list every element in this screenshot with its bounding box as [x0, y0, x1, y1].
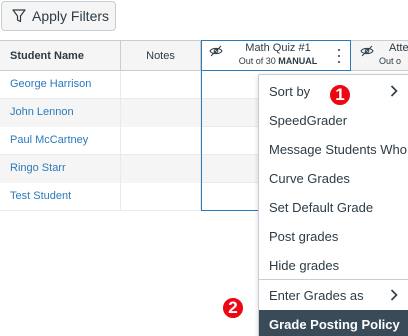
- notes-header[interactable]: Notes: [121, 40, 201, 71]
- notes-cell[interactable]: [121, 127, 201, 155]
- column-options-icon[interactable]: [337, 49, 341, 63]
- student-name-link[interactable]: Test Student: [0, 183, 121, 211]
- math-quiz-header[interactable]: Math Quiz #1 Out of 30 MANUAL: [201, 40, 351, 71]
- student-name-header[interactable]: Student Name: [0, 40, 121, 71]
- menu-item-label: Sort by: [269, 84, 311, 99]
- student-name-link[interactable]: John Lennon: [0, 99, 121, 127]
- menu-item-post-grades[interactable]: Post grades: [259, 222, 408, 251]
- menu-item-curve-grades[interactable]: Curve Grades: [259, 164, 408, 193]
- notes-cell[interactable]: [121, 99, 201, 127]
- callout-badge-1: 1: [328, 83, 352, 107]
- quiz-points-prefix: Out of 30: [238, 56, 276, 66]
- student-name-link[interactable]: George Harrison: [0, 71, 121, 99]
- chevron-right-icon: [390, 289, 398, 301]
- notes-cell[interactable]: [121, 71, 201, 99]
- menu-item-enter-grades-as[interactable]: Enter Grades as: [259, 281, 408, 310]
- next-assignment-points: Out o: [379, 56, 402, 66]
- quiz-status: MANUAL: [278, 56, 318, 66]
- student-name-link[interactable]: Paul McCartney: [0, 127, 121, 155]
- hidden-eye-icon: [209, 45, 223, 57]
- notes-cell[interactable]: [121, 183, 201, 211]
- quiz-points: Out of 30 MANUAL: [222, 56, 334, 66]
- next-assignment-title: Atte: [389, 42, 408, 54]
- chevron-right-icon: [390, 85, 398, 97]
- menu-divider: [259, 279, 408, 280]
- apply-filters-button[interactable]: Apply Filters: [1, 1, 116, 31]
- menu-item-speedgrader[interactable]: SpeedGrader: [259, 106, 408, 135]
- filter-icon: [12, 9, 26, 23]
- menu-item-set-default-grade[interactable]: Set Default Grade: [259, 193, 408, 222]
- menu-item-hide-grades[interactable]: Hide grades: [259, 251, 408, 280]
- notes-cell[interactable]: [121, 155, 201, 183]
- callout-badge-2: 2: [221, 296, 245, 320]
- quiz-grade-column[interactable]: [201, 71, 258, 211]
- menu-item-grade-posting-policy[interactable]: Grade Posting Policy: [259, 310, 408, 336]
- menu-item-label: Enter Grades as: [269, 288, 364, 303]
- apply-filters-label: Apply Filters: [32, 8, 110, 24]
- student-name-link[interactable]: Ringo Starr: [0, 155, 121, 183]
- hidden-eye-icon: [360, 45, 374, 57]
- next-assignment-header[interactable]: Atte Out o: [351, 40, 408, 71]
- quiz-title: Math Quiz #1: [245, 42, 311, 54]
- menu-item-message-students[interactable]: Message Students Who: [259, 135, 408, 164]
- column-options-menu: Sort by SpeedGrader Message Students Who…: [258, 74, 408, 336]
